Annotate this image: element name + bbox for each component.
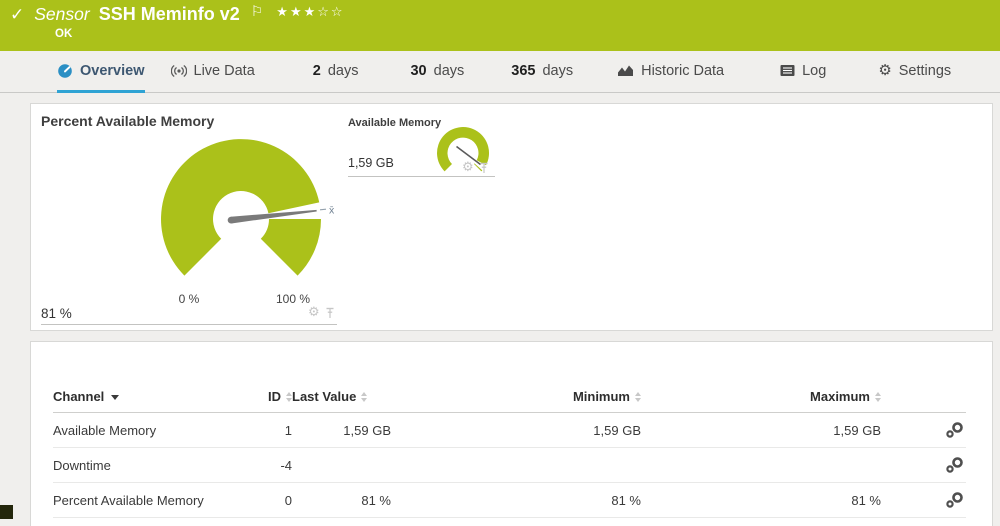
tab-historic-data[interactable]: Historic Data: [617, 51, 724, 93]
tab-overview[interactable]: Overview: [57, 51, 145, 93]
channel-last-value: 1,59 GB: [292, 423, 391, 438]
tab-label: days: [542, 63, 573, 79]
column-header-channel[interactable]: Channel: [53, 389, 243, 404]
tab-day-count: 365: [511, 63, 535, 79]
tab-bar: Overview Live Data 2 days 30 days 365 da…: [0, 51, 1000, 93]
gauge-scale-max: 100 %: [263, 292, 323, 306]
channel-id: -4: [243, 458, 292, 473]
channel-minimum: 81 %: [391, 493, 641, 508]
channel-id: 0: [243, 493, 292, 508]
percent-available-memory-gauge: x̄: [151, 131, 346, 283]
tab-365-days[interactable]: 365 days: [511, 51, 573, 93]
object-type-label: Sensor: [34, 4, 89, 25]
channel-settings-gears-icon[interactable]: [946, 457, 964, 473]
secondary-gauge-title: Available Memory: [348, 117, 441, 129]
log-list-icon: [780, 64, 795, 77]
tab-30-days[interactable]: 30 days: [410, 51, 464, 93]
column-label: Channel: [53, 389, 104, 404]
column-label: Minimum: [573, 389, 630, 404]
channel-id: 1: [243, 423, 292, 438]
tab-day-count: 2: [313, 63, 321, 79]
sensor-header-line: ✓ Sensor SSH Meminfo v2 ⚐ ★★★☆☆: [10, 4, 345, 25]
page-corner-artifact: [0, 505, 13, 519]
gear-icon[interactable]: ⚙: [462, 161, 474, 174]
column-label: ID: [268, 389, 281, 404]
primary-gauge-title: Percent Available Memory: [41, 113, 214, 129]
tab-label: Settings: [899, 63, 951, 79]
channel-table: Channel ID Last Value Minimum Maximum: [53, 381, 966, 518]
sort-toggle-icon: [361, 392, 367, 402]
column-label: Maximum: [810, 389, 870, 404]
column-label: Last Value: [292, 389, 356, 404]
priority-stars-rating[interactable]: ★★★☆☆: [276, 5, 344, 20]
divider: [348, 176, 495, 177]
tab-day-count: 30: [410, 63, 426, 79]
status-badge: OK: [55, 28, 72, 40]
tab-live-data[interactable]: Live Data: [171, 51, 255, 93]
status-ok-check-icon: ✓: [10, 5, 24, 25]
secondary-gauge-toolbar: ⚙: [462, 161, 489, 174]
svg-text:x̄: x̄: [329, 205, 335, 217]
primary-gauge-value: 81 %: [41, 306, 72, 321]
gauge-icon: [57, 63, 73, 79]
tab-label: Overview: [80, 63, 145, 79]
channel-name[interactable]: Downtime: [53, 458, 243, 473]
table-row[interactable]: Available Memory 1 1,59 GB 1,59 GB 1,59 …: [53, 413, 966, 448]
channel-table-header: Channel ID Last Value Minimum Maximum: [53, 381, 966, 413]
secondary-gauge-value: 1,59 GB: [348, 156, 394, 170]
broadcast-icon: [171, 64, 187, 78]
sensor-overview-page: ✓ Sensor SSH Meminfo v2 ⚐ ★★★☆☆ OK Overv…: [0, 0, 1000, 519]
gear-icon[interactable]: ⚙: [308, 306, 320, 319]
tab-settings[interactable]: ⚙ Settings: [878, 51, 951, 93]
column-header-minimum[interactable]: Minimum: [391, 389, 641, 404]
tab-label: days: [434, 63, 465, 79]
channel-name[interactable]: Available Memory: [53, 423, 243, 438]
channel-name[interactable]: Percent Available Memory: [53, 493, 243, 508]
gear-icon: ⚙: [878, 63, 891, 78]
sensor-header: ✓ Sensor SSH Meminfo v2 ⚐ ★★★☆☆ OK: [0, 0, 1000, 51]
pin-icon[interactable]: [479, 162, 489, 174]
channels-panel: Channel ID Last Value Minimum Maximum: [30, 341, 993, 526]
table-row[interactable]: Percent Available Memory 0 81 % 81 % 81 …: [53, 483, 966, 518]
primary-gauge-toolbar: ⚙: [308, 306, 335, 319]
tab-log[interactable]: Log: [780, 51, 826, 93]
channel-settings-gears-icon[interactable]: [946, 422, 964, 438]
sensor-title: SSH Meminfo v2: [99, 4, 240, 25]
area-chart-icon: [617, 64, 634, 77]
gauge-scale-min: 0 %: [159, 292, 219, 306]
sort-toggle-icon: [875, 392, 881, 402]
channel-maximum: 1,59 GB: [641, 423, 881, 438]
channel-minimum: 1,59 GB: [391, 423, 641, 438]
priority-flag-icon[interactable]: ⚐: [251, 4, 264, 20]
column-header-last-value[interactable]: Last Value: [292, 389, 391, 404]
tab-2-days[interactable]: 2 days: [313, 51, 359, 93]
column-header-id[interactable]: ID: [243, 389, 292, 404]
gauges-panel: Percent Available Memory x̄ 0 % 100 % 81…: [30, 103, 993, 331]
pin-icon[interactable]: [325, 307, 335, 319]
channel-last-value: 81 %: [292, 493, 391, 508]
channel-maximum: 81 %: [641, 493, 881, 508]
sort-desc-icon: [111, 395, 119, 400]
table-row[interactable]: Downtime -4: [53, 448, 966, 483]
channel-settings-gears-icon[interactable]: [946, 492, 964, 508]
tab-label: Log: [802, 63, 826, 79]
tab-label: Live Data: [194, 63, 255, 79]
column-header-maximum[interactable]: Maximum: [641, 389, 881, 404]
tab-label: days: [328, 63, 359, 79]
divider: [41, 324, 337, 325]
tab-label: Historic Data: [641, 63, 724, 79]
